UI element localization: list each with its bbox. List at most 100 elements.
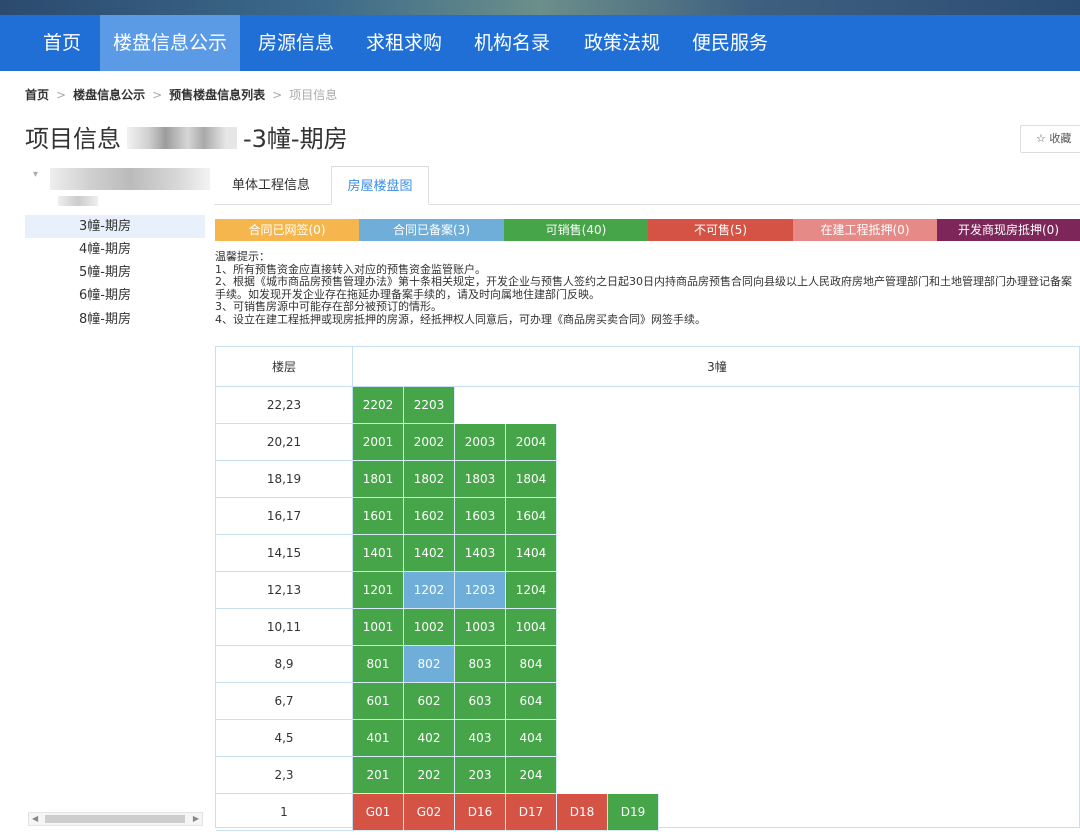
nav-item-rent-buy[interactable]: 求租求购	[358, 15, 450, 71]
tab-floor-plan[interactable]: 房屋楼盘图	[331, 166, 429, 205]
room-cell[interactable]: 1801	[353, 461, 404, 498]
redacted-tree-sub	[58, 196, 98, 206]
room-cell[interactable]: 1004	[506, 609, 557, 646]
legend-available: 可销售(40)	[504, 219, 648, 241]
nav-item-agencies[interactable]: 机构名录	[466, 15, 558, 71]
tree-item-building[interactable]: 4幢-期房	[25, 238, 205, 261]
sidebar-scrollbar[interactable]: ◀ ▶	[28, 812, 203, 826]
notice-line: 3、可销售房源中可能存在部分被预订的情形。	[215, 300, 442, 313]
nav-item-home[interactable]: 首页	[28, 15, 96, 71]
room-cell[interactable]: D16	[455, 794, 506, 831]
room-cell[interactable]: 1204	[506, 572, 557, 609]
room-cell[interactable]: 1202	[404, 572, 455, 609]
nav-item-project-info[interactable]: 楼盘信息公示	[100, 15, 240, 71]
tree-item-building[interactable]: 6幢-期房	[25, 284, 205, 307]
page-title-suffix: -3幢-期房	[243, 125, 348, 153]
room-cell[interactable]: 2203	[404, 387, 455, 424]
tab-bar: 单体工程信息 房屋楼盘图	[214, 166, 1080, 205]
floor-label: 1	[216, 794, 353, 831]
main-nav: 首页 楼盘信息公示 房源信息 求租求购 机构名录 政策法规 便民服务	[0, 15, 1080, 71]
room-cell[interactable]: 1603	[455, 498, 506, 535]
room-cell[interactable]: 202	[404, 757, 455, 794]
room-cell[interactable]: 1403	[455, 535, 506, 572]
room-cell[interactable]: 2001	[353, 424, 404, 461]
room-cell[interactable]: 1404	[506, 535, 557, 572]
room-cell[interactable]: 1804	[506, 461, 557, 498]
floor-label: 18,19	[216, 461, 353, 498]
room-cell[interactable]: 1201	[353, 572, 404, 609]
nav-item-listings[interactable]: 房源信息	[250, 15, 342, 71]
collect-button[interactable]: ☆ 收藏	[1020, 125, 1080, 153]
room-cell[interactable]: 1203	[455, 572, 506, 609]
tree-item-building[interactable]: 8幢-期房	[25, 308, 205, 331]
nav-item-policies[interactable]: 政策法规	[576, 15, 668, 71]
room-cell[interactable]: G02	[404, 794, 455, 831]
room-cell[interactable]: 803	[455, 646, 506, 683]
room-cell[interactable]: 401	[353, 720, 404, 757]
collect-label: 收藏	[1049, 132, 1072, 145]
room-cell[interactable]: 1802	[404, 461, 455, 498]
nav-item-services[interactable]: 便民服务	[684, 15, 776, 71]
header-banner	[0, 0, 1080, 15]
room-cell[interactable]: D19	[608, 794, 659, 831]
room-cell[interactable]: 203	[455, 757, 506, 794]
scroll-right-icon[interactable]: ▶	[193, 813, 199, 825]
breadcrumb-separator: >	[272, 88, 283, 102]
legend-construction-mortgage: 在建工程抵押(0)	[793, 219, 937, 241]
scrollbar-thumb[interactable]	[45, 815, 185, 823]
legend-developer-mortgage: 开发商现房抵押(0)	[937, 219, 1080, 241]
room-cell[interactable]: 1601	[353, 498, 404, 535]
room-cell[interactable]: 1001	[353, 609, 404, 646]
breadcrumb-separator: >	[152, 88, 163, 102]
room-cell[interactable]: 802	[404, 646, 455, 683]
notice-heading: 温馨提示：	[215, 250, 270, 263]
floor-plan-table: 楼层 3幢 22,23 2202 2203 20,21 2001 2002 2003 2004…	[215, 346, 1080, 831]
breadcrumb: 首页 > 楼盘信息公示 > 预售楼盘信息列表 > 项目信息	[25, 86, 337, 103]
breadcrumb-project-info[interactable]: 楼盘信息公示	[73, 88, 145, 102]
room-cell[interactable]: 2004	[506, 424, 557, 461]
room-cell[interactable]: 604	[506, 683, 557, 720]
room-cell[interactable]: 404	[506, 720, 557, 757]
room-cell[interactable]: 1602	[404, 498, 455, 535]
room-cell[interactable]: 204	[506, 757, 557, 794]
tab-building-info[interactable]: 单体工程信息	[214, 166, 328, 205]
room-cell[interactable]: 1803	[455, 461, 506, 498]
floor-label: 22,23	[216, 387, 353, 424]
room-cell[interactable]: 804	[506, 646, 557, 683]
room-cell[interactable]: 201	[353, 757, 404, 794]
legend-contract-signed: 合同已网签(0)	[215, 219, 359, 241]
floor-label: 16,17	[216, 498, 353, 535]
room-cell[interactable]: G01	[353, 794, 404, 831]
room-cell[interactable]: 1401	[353, 535, 404, 572]
breadcrumb-home[interactable]: 首页	[25, 88, 49, 102]
floor-label: 14,15	[216, 535, 353, 572]
notice-line: 4、设立在建工程抵押或现房抵押的房源，经抵押权人同意后，可办理《商品房买卖合同》…	[215, 312, 706, 326]
scroll-left-icon[interactable]: ◀	[32, 813, 38, 825]
room-cell[interactable]: D18	[557, 794, 608, 831]
legend-unavailable: 不可售(5)	[648, 219, 793, 241]
room-cell[interactable]: 1402	[404, 535, 455, 572]
breadcrumb-current: 项目信息	[289, 88, 338, 102]
room-cell[interactable]: 402	[404, 720, 455, 757]
tree-collapse-icon[interactable]: ▾	[33, 169, 38, 180]
floor-label: 8,9	[216, 646, 353, 683]
room-cell[interactable]: 801	[353, 646, 404, 683]
star-icon: ☆	[1036, 132, 1046, 145]
room-cell[interactable]: 1003	[455, 609, 506, 646]
room-cell[interactable]: 601	[353, 683, 404, 720]
room-cell[interactable]: 1002	[404, 609, 455, 646]
room-cell[interactable]: D17	[506, 794, 557, 831]
floor-label: 12,13	[216, 572, 353, 609]
room-cell[interactable]: 403	[455, 720, 506, 757]
floor-label: 6,7	[216, 683, 353, 720]
breadcrumb-presale-list[interactable]: 预售楼盘信息列表	[169, 88, 265, 102]
room-cell[interactable]: 2202	[353, 387, 404, 424]
room-cell[interactable]: 602	[404, 683, 455, 720]
room-cell[interactable]: 1604	[506, 498, 557, 535]
tree-item-building[interactable]: 3幢-期房	[25, 215, 205, 238]
room-cell[interactable]: 2003	[455, 424, 506, 461]
room-cell[interactable]: 603	[455, 683, 506, 720]
room-cell[interactable]: 2002	[404, 424, 455, 461]
floor-label: 10,11	[216, 609, 353, 646]
tree-item-building[interactable]: 5幢-期房	[25, 261, 205, 284]
